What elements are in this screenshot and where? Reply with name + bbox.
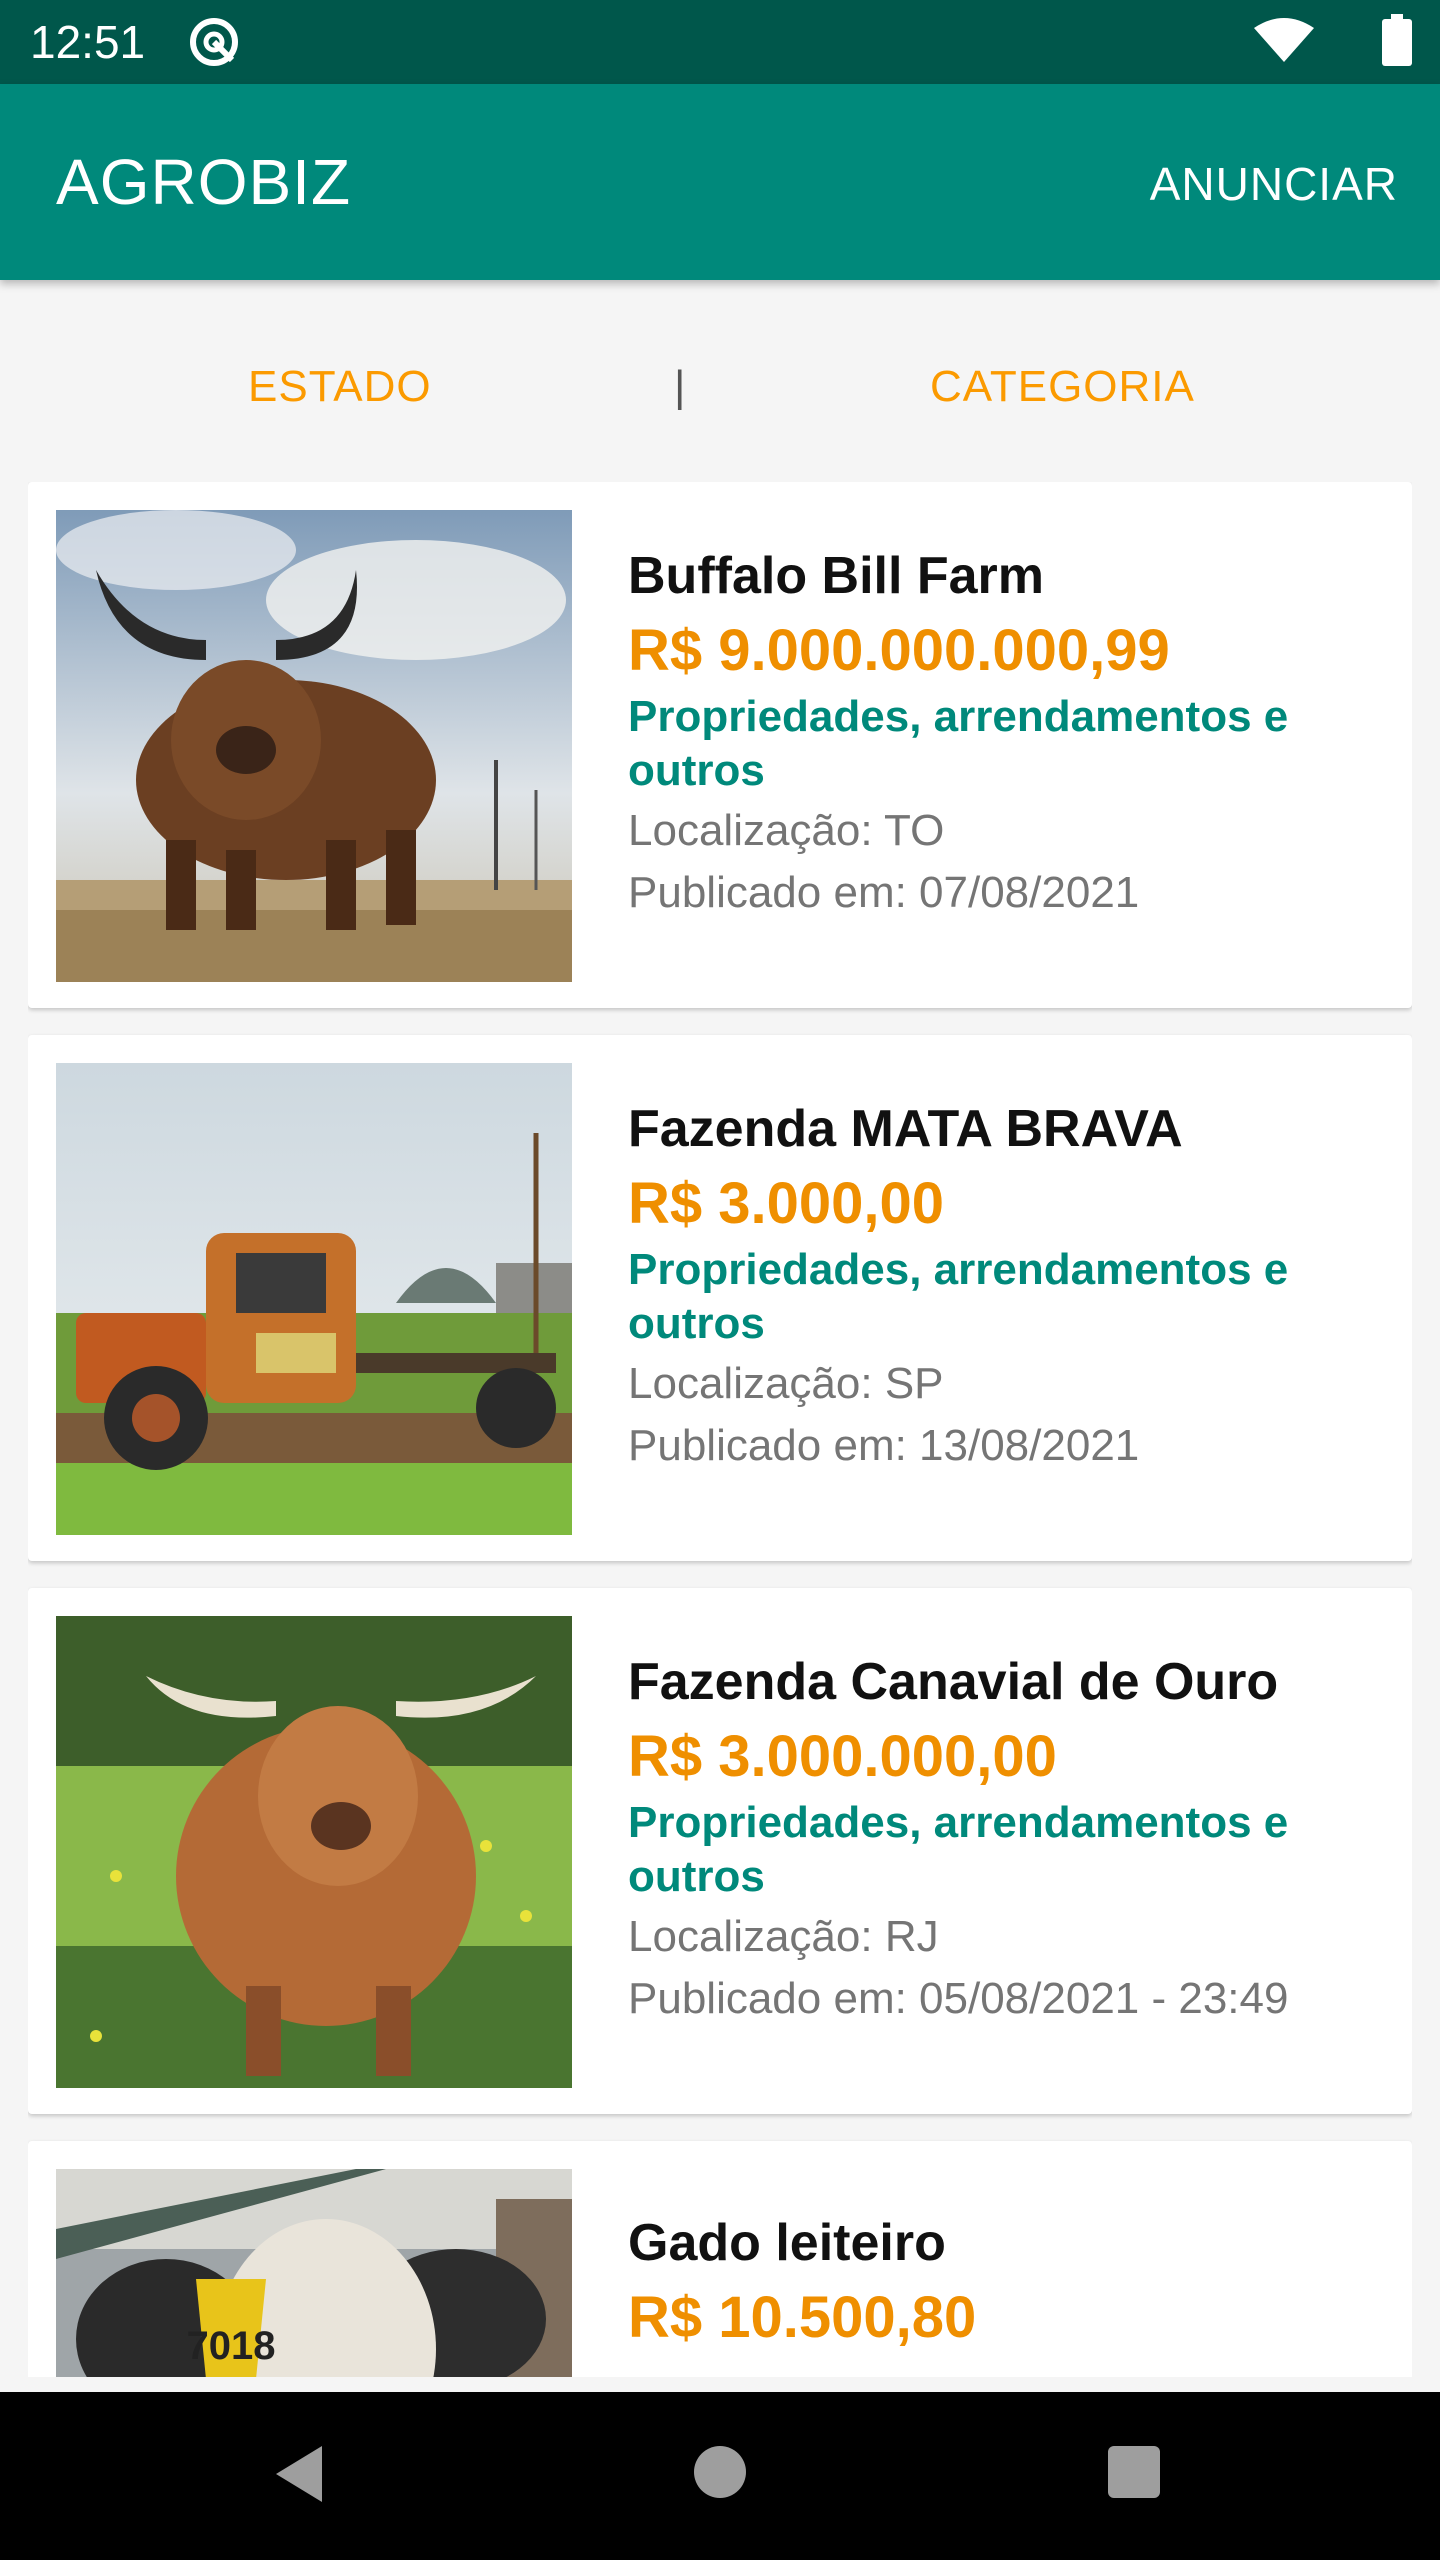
- app-title: AGROBIZ: [56, 146, 352, 218]
- battery-icon: [1382, 14, 1412, 66]
- status-time: 12:51: [30, 16, 146, 68]
- listing-price: R$ 3.000.000,00: [628, 1724, 1057, 1789]
- system-nav-bar: [0, 2392, 1440, 2560]
- ear-tag-number: 7018: [187, 2324, 276, 2368]
- listing-card[interactable]: Buffalo Bill Farm R$ 9.000.000.000,99 Pr…: [28, 482, 1412, 1008]
- filter-separator: |: [674, 362, 686, 411]
- listing-location: Localização: TO: [628, 806, 945, 855]
- listing-location: Localização: RJ: [628, 1912, 939, 1961]
- app-bar: AGROBIZ ANUNCIAR: [0, 84, 1440, 280]
- listing-title: Gado leiteiro: [628, 2214, 946, 2272]
- listing-category: Propriedades, arrendamentos e outros: [628, 692, 1289, 795]
- highland-cow-photo: [56, 1616, 572, 2088]
- state-filter-button[interactable]: ESTADO: [248, 360, 432, 414]
- advertise-button[interactable]: ANUNCIAR: [1150, 156, 1398, 212]
- listing-date: Publicado em: 13/08/2021: [628, 1421, 1140, 1470]
- listing-card[interactable]: Fazenda Canavial de Ouro R$ 3.000.000,00…: [28, 1588, 1412, 2114]
- home-icon[interactable]: [694, 2446, 746, 2498]
- back-icon[interactable]: [270, 2442, 330, 2506]
- listing-price: R$ 3.000,00: [628, 1171, 945, 1236]
- recents-icon[interactable]: [1108, 2446, 1160, 2498]
- listing-card[interactable]: Fazenda MATA BRAVA R$ 3.000,00 Proprieda…: [28, 1035, 1412, 1561]
- listing-date: Publicado em: 07/08/2021: [628, 868, 1140, 917]
- app-notification-icon: [190, 18, 238, 66]
- rusty-truck-photo: [56, 1063, 572, 1535]
- wifi-icon: [1254, 18, 1314, 62]
- listing-category: Propriedades, arrendamentos e outros: [628, 1798, 1289, 1901]
- listing-category: Propriedades, arrendamentos e outros: [628, 1245, 1289, 1348]
- listing-price: R$ 9.000.000.000,99: [628, 618, 1170, 683]
- filter-row: ESTADO | CATEGORIA: [0, 280, 1440, 474]
- listing-price: R$ 10.500,80: [628, 2285, 977, 2350]
- listing-title: Buffalo Bill Farm: [628, 547, 1045, 605]
- listing-location: Localização: SP: [628, 1359, 944, 1408]
- dairy-cow-photo: 7018: [56, 2169, 572, 2377]
- listing-card[interactable]: 7018 Gado leiteiro R$ 10.500,80: [28, 2141, 1412, 2377]
- category-filter-button[interactable]: CATEGORIA: [930, 360, 1195, 414]
- highland-bull-photo: [56, 510, 572, 982]
- listing-date: Publicado em: 05/08/2021 - 23:49: [628, 1974, 1289, 2023]
- status-bar: 12:51: [0, 0, 1440, 84]
- listing-list[interactable]: Buffalo Bill Farm R$ 9.000.000.000,99 Pr…: [28, 482, 1412, 2377]
- listing-title: Fazenda Canavial de Ouro: [628, 1653, 1279, 1711]
- listing-title: Fazenda MATA BRAVA: [628, 1100, 1183, 1158]
